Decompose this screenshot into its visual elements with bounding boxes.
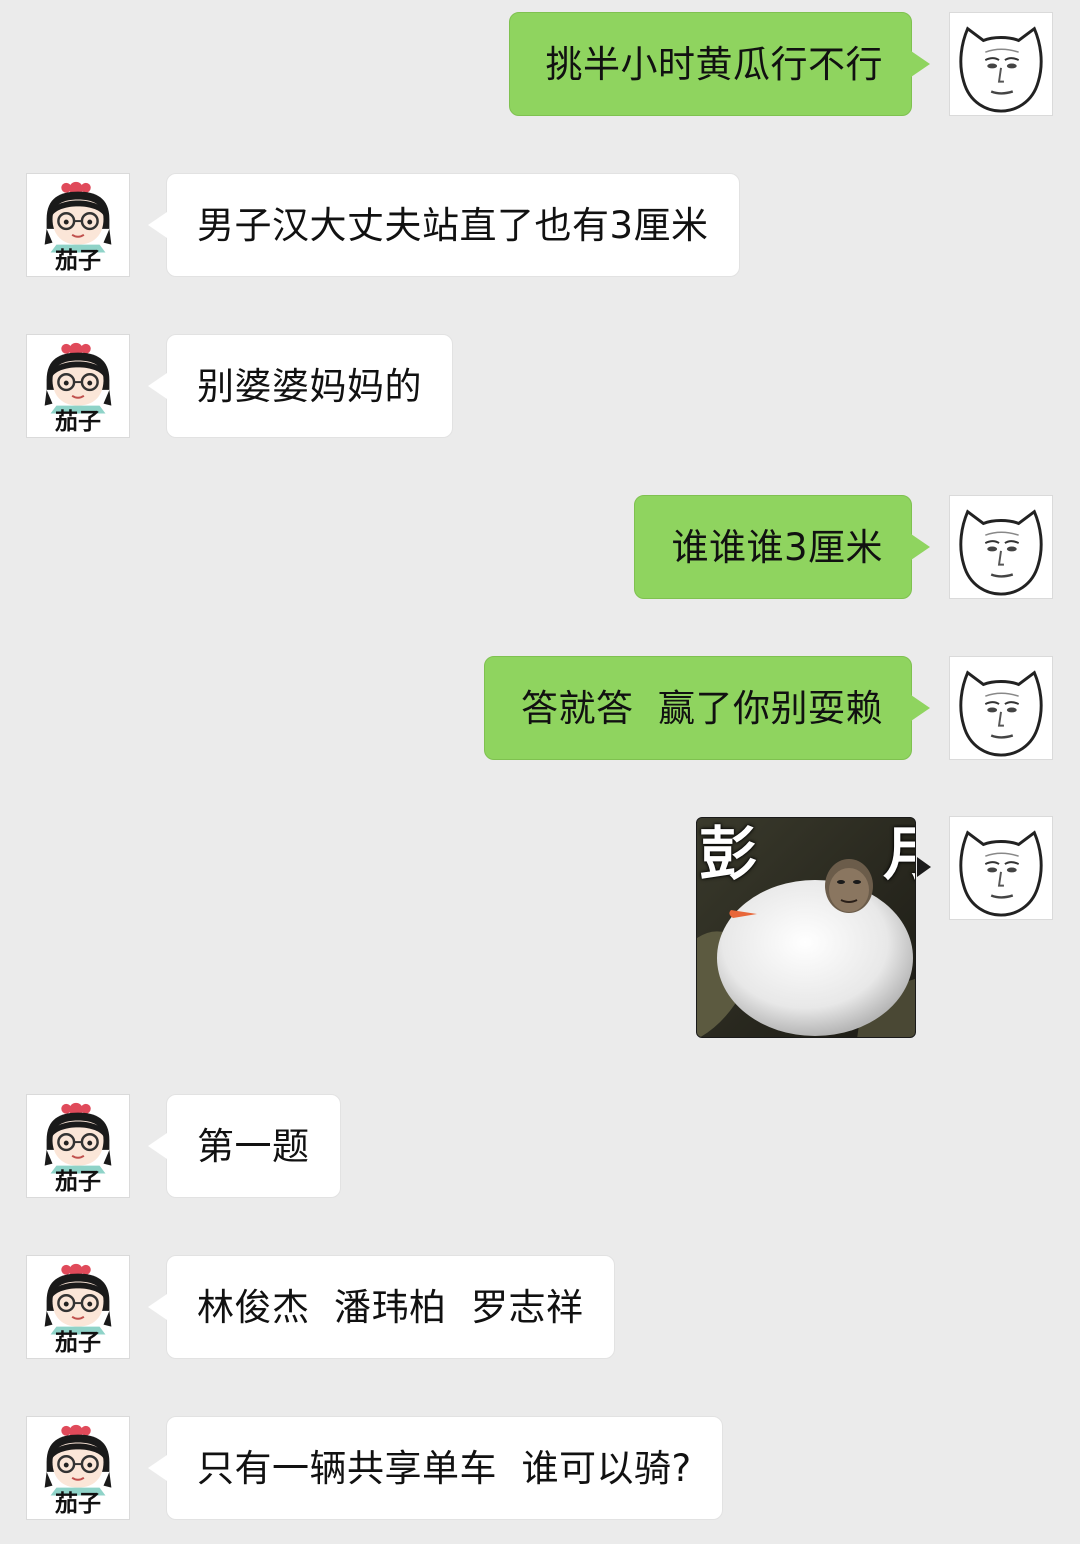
sticker-pointer — [917, 857, 931, 877]
outgoing-message-bubble[interactable]: 挑半小时黄瓜行不行 — [508, 12, 930, 116]
incoming-message-bubble[interactable]: 别婆婆妈妈的 — [148, 334, 453, 438]
outgoing-message-bubble[interactable]: 谁谁谁3厘米 — [634, 495, 930, 599]
avatar-caption: 茄子 — [55, 1491, 101, 1517]
puffer-fish-sticker[interactable]: 彭 月 — [696, 817, 916, 1038]
cartoon-face-icon — [950, 13, 1052, 115]
self-avatar[interactable] — [949, 816, 1053, 920]
contact-avatar[interactable]: 茄子 — [26, 1255, 130, 1359]
incoming-message-bubble[interactable]: 只有一辆共享单车 谁可以骑? — [148, 1416, 723, 1520]
contact-avatar[interactable]: 茄子 — [26, 1416, 130, 1520]
sticker-caption-left: 彭 — [699, 820, 758, 888]
incoming-message-bubble[interactable]: 第一题 — [148, 1094, 341, 1198]
self-avatar[interactable] — [949, 656, 1053, 760]
self-avatar[interactable] — [949, 12, 1053, 116]
cartoon-face-icon — [950, 817, 1052, 919]
self-avatar[interactable] — [949, 495, 1053, 599]
cartoon-face-icon — [950, 496, 1052, 598]
contact-avatar[interactable]: 茄子 — [26, 1094, 130, 1198]
sticker-caption-right: 月 — [883, 824, 915, 884]
avatar-caption: 茄子 — [55, 1169, 101, 1195]
avatar-caption: 茄子 — [55, 248, 101, 274]
contact-avatar[interactable]: 茄子 — [26, 173, 130, 277]
avatar-caption: 茄子 — [55, 1330, 101, 1356]
contact-avatar[interactable]: 茄子 — [26, 334, 130, 438]
cartoon-face-icon — [950, 657, 1052, 759]
incoming-message-bubble[interactable]: 林俊杰 潘玮柏 罗志祥 — [148, 1255, 615, 1359]
outgoing-message-bubble[interactable]: 答就答 赢了你别耍赖 — [483, 656, 931, 760]
avatar-caption: 茄子 — [55, 409, 101, 435]
incoming-message-bubble[interactable]: 男子汉大丈夫站直了也有3厘米 — [148, 173, 740, 277]
